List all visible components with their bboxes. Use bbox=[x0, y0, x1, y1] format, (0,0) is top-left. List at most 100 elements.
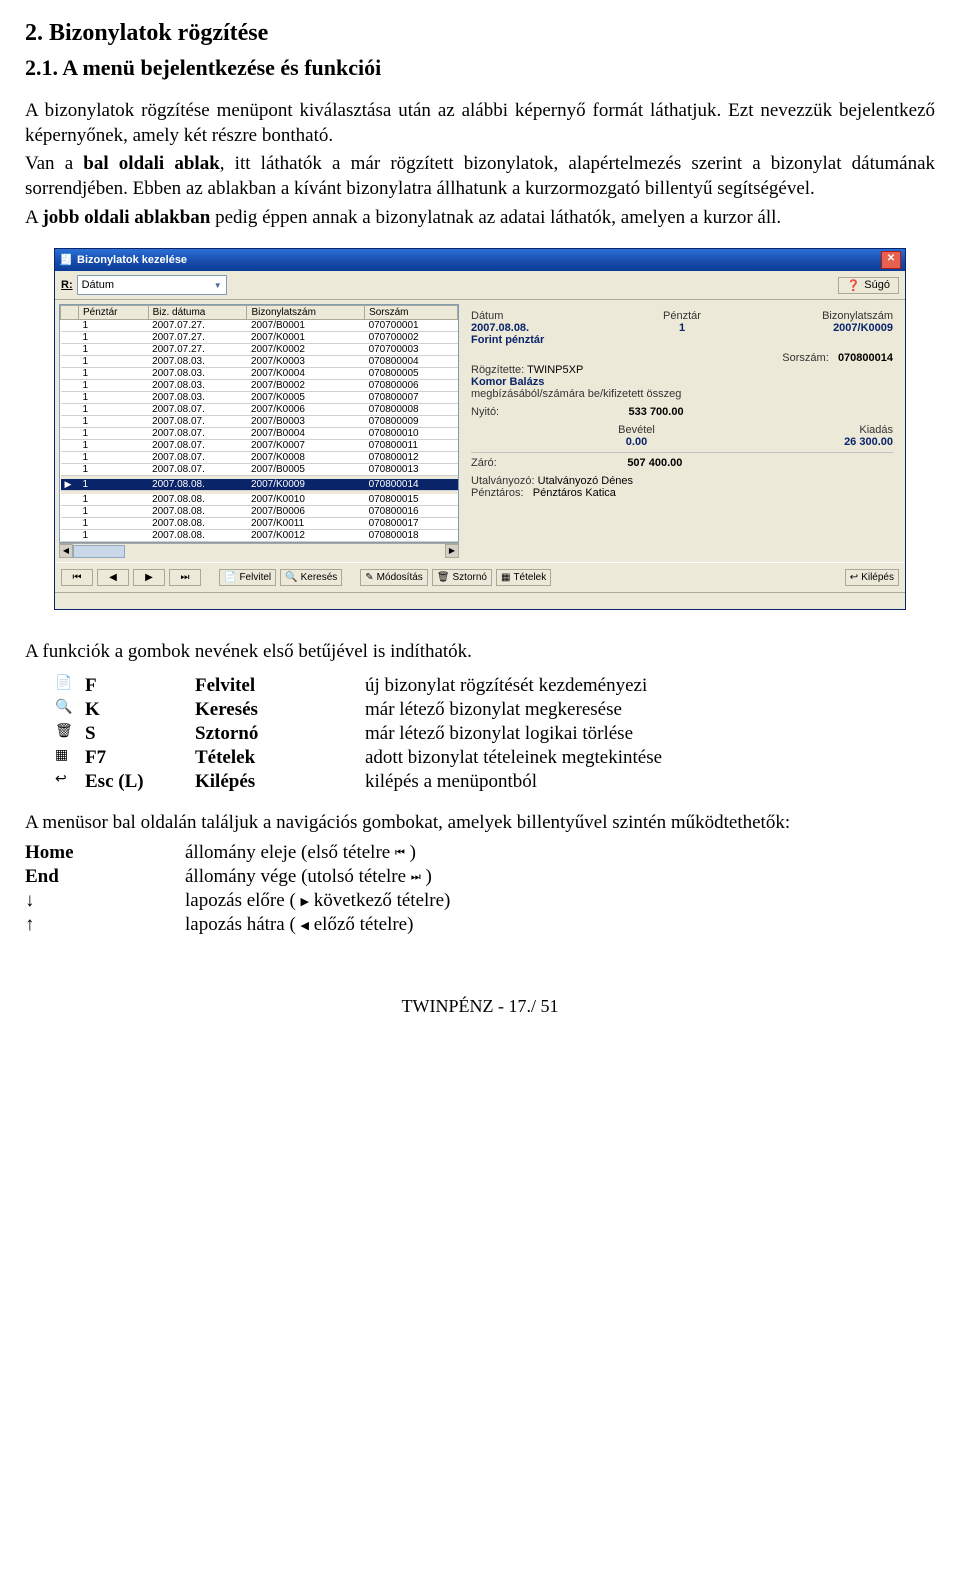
records-grid[interactable]: PénztárBiz. dátumaBizonylatszámSorszám 1… bbox=[59, 304, 459, 543]
shortcut-icon: 🗑 bbox=[55, 723, 85, 740]
scroll-left-icon[interactable]: ◀ bbox=[59, 544, 73, 558]
shortcut-key: Esc (L) bbox=[85, 771, 195, 793]
grid-header[interactable]: Pénztár bbox=[79, 306, 149, 320]
nav-row: Endállomány vége (utolsó tételre ⏭ ) bbox=[25, 866, 935, 888]
detail-register-label: Pénztár bbox=[612, 310, 753, 322]
shortcut-row: ▦F7Tételekadott bizonylat tételeinek meg… bbox=[55, 747, 935, 769]
detail-authorizer-label: Utalványozó: bbox=[471, 475, 535, 487]
page-footer: TWINPÉNZ - 17./ 51 bbox=[25, 996, 935, 1017]
detail-authorizer-value: Utalványozó Dénes bbox=[538, 475, 633, 487]
details-panel: Dátum2007.08.08. Pénztár1 Bizonylatszám2… bbox=[463, 304, 901, 558]
table-row[interactable]: 12007.08.03.2007/B0002070800006 bbox=[61, 380, 458, 392]
close-icon[interactable]: ✕ bbox=[881, 251, 901, 269]
detail-close-value: 507 400.00 bbox=[627, 457, 682, 469]
delete-icon: 🗑 bbox=[437, 572, 450, 583]
functions-note: A funkciók a gombok nevének első betűjév… bbox=[25, 640, 935, 665]
shortcut-table: 📄FFelvitelúj bizonylat rögzítését kezdem… bbox=[55, 675, 935, 793]
app-window: 🧾 Bizonylatok kezelése ✕ R: Dátum ▼ ❓ Sú… bbox=[54, 248, 906, 610]
detail-income-value: 0.00 bbox=[551, 436, 722, 448]
nav-glyph-icon: ◀ bbox=[301, 920, 309, 932]
table-row[interactable]: 12007.08.08.2007/B0006070800016 bbox=[61, 506, 458, 518]
detail-expense-value: 26 300.00 bbox=[722, 436, 893, 448]
table-row[interactable]: 12007.08.08.2007/K0011070800017 bbox=[61, 518, 458, 530]
shortcut-key: F bbox=[85, 675, 195, 697]
table-row[interactable]: 12007.08.07.2007/K0007070800011 bbox=[61, 440, 458, 452]
detail-open-label: Nyitó: bbox=[471, 406, 499, 418]
nav-desc: lapozás előre ( ▶ következő tételre) bbox=[185, 890, 935, 912]
nav-row: ↓lapozás előre ( ▶ következő tételre) bbox=[25, 890, 935, 912]
grid-header[interactable] bbox=[61, 306, 79, 320]
table-row[interactable]: 12007.08.03.2007/K0004070800005 bbox=[61, 368, 458, 380]
table-row[interactable]: 12007.07.27.2007/B0001070700001 bbox=[61, 320, 458, 332]
sort-toolbar: R: Dátum ▼ ❓ Súgó bbox=[55, 271, 905, 300]
sort-combo[interactable]: Dátum ▼ bbox=[77, 275, 227, 295]
grid-header[interactable]: Biz. dátuma bbox=[148, 306, 247, 320]
nav-row: ↑lapozás hátra ( ◀ előző tételre) bbox=[25, 914, 935, 936]
window-title: Bizonylatok kezelése bbox=[77, 254, 187, 266]
heading-subsection: 2.1. A menü bejelentkezése és funkciói bbox=[25, 55, 935, 81]
nav-last-button[interactable]: ⏭ bbox=[169, 569, 201, 586]
felvitel-button[interactable]: 📄Felvitel bbox=[219, 569, 276, 586]
nav-table: Homeállomány eleje (első tételre ⏮ )Endá… bbox=[25, 842, 935, 936]
nav-next-button[interactable]: ▶ bbox=[133, 569, 165, 586]
shortcut-name: Kilépés bbox=[195, 771, 365, 793]
table-row[interactable]: 12007.08.07.2007/K0006070800008 bbox=[61, 404, 458, 416]
grid-header[interactable]: Sorszám bbox=[365, 306, 458, 320]
table-row[interactable]: 12007.07.27.2007/K0002070700003 bbox=[61, 344, 458, 356]
shortcut-name: Tételek bbox=[195, 747, 365, 769]
nav-desc: lapozás hátra ( ◀ előző tételre) bbox=[185, 914, 935, 936]
shortcut-icon: 🔍 bbox=[55, 699, 85, 716]
shortcut-desc: adott bizonylat tételeinek megtekintése bbox=[365, 747, 935, 769]
shortcut-row: 📄FFelvitelúj bizonylat rögzítését kezdem… bbox=[55, 675, 935, 697]
sztorno-button[interactable]: 🗑Sztornó bbox=[432, 569, 492, 586]
shortcut-row: 🔍KKeresésmár létező bizonylat megkeresés… bbox=[55, 699, 935, 721]
help-button[interactable]: ❓ Súgó bbox=[838, 277, 899, 294]
table-row[interactable]: 12007.08.03.2007/K0003070800004 bbox=[61, 356, 458, 368]
grid-header[interactable]: Bizonylatszám bbox=[247, 306, 365, 320]
table-row[interactable]: ▶12007.08.08.2007/K0009070800014 bbox=[61, 479, 458, 491]
modositas-button[interactable]: ✎Módosítás bbox=[360, 569, 428, 586]
detail-docnum-value: 2007/K0009 bbox=[752, 322, 893, 334]
nav-first-button[interactable]: ⏮ bbox=[61, 569, 93, 586]
items-icon: ▦ bbox=[501, 572, 510, 583]
detail-recordedby-value: TWINP5XP bbox=[527, 364, 583, 376]
detail-register-value: 1 bbox=[612, 322, 753, 334]
nav-key: Home bbox=[25, 842, 185, 864]
detail-seq-label: Sorszám: bbox=[782, 352, 828, 364]
table-row[interactable]: 12007.08.07.2007/B0003070800009 bbox=[61, 416, 458, 428]
table-row[interactable]: 12007.08.08.2007/K0012070800018 bbox=[61, 530, 458, 542]
shortcut-key: F7 bbox=[85, 747, 195, 769]
table-row[interactable]: 12007.08.07.2007/B0005070800013 bbox=[61, 464, 458, 476]
detail-partner-desc: megbízásából/számára be/kifizetett össze… bbox=[471, 388, 893, 400]
scroll-right-icon[interactable]: ▶ bbox=[445, 544, 459, 558]
kereses-button[interactable]: 🔍Keresés bbox=[280, 569, 342, 586]
tetelek-button[interactable]: ▦Tételek bbox=[496, 569, 551, 586]
shortcut-icon: ▦ bbox=[55, 747, 85, 764]
shortcut-row: ↩Esc (L)Kilépéskilépés a menüpontból bbox=[55, 771, 935, 793]
nav-key: ↑ bbox=[25, 914, 185, 936]
exit-icon: ↩ bbox=[850, 572, 858, 583]
table-row[interactable]: 12007.08.07.2007/K0008070800012 bbox=[61, 452, 458, 464]
table-row[interactable]: 12007.08.08.2007/K0010070800015 bbox=[61, 494, 458, 506]
table-row[interactable]: 12007.07.27.2007/K0001070700002 bbox=[61, 332, 458, 344]
detail-recordedby-label: Rögzítette: bbox=[471, 364, 524, 376]
detail-seq-value: 070800014 bbox=[838, 352, 893, 364]
table-row[interactable]: 12007.08.07.2007/B0004070800010 bbox=[61, 428, 458, 440]
scroll-thumb[interactable] bbox=[73, 545, 125, 558]
app-icon: 🧾 bbox=[59, 253, 73, 267]
detail-register-name: Forint pénztár bbox=[471, 334, 893, 346]
horizontal-scrollbar[interactable]: ◀ ▶ bbox=[59, 543, 459, 558]
titlebar: 🧾 Bizonylatok kezelése ✕ bbox=[55, 249, 905, 271]
nav-prev-button[interactable]: ◀ bbox=[97, 569, 129, 586]
nav-note: A menüsor bal oldalán találjuk a navigác… bbox=[25, 811, 935, 836]
kilepes-button[interactable]: ↩Kilépés bbox=[845, 569, 899, 586]
intro-paragraph-1: A bizonylatok rögzítése menüpont kiválas… bbox=[25, 99, 935, 148]
nav-glyph-icon: ⏭ bbox=[411, 871, 421, 883]
nav-glyph-icon: ▶ bbox=[301, 896, 309, 908]
edit-icon: ✎ bbox=[365, 572, 373, 583]
nav-key: End bbox=[25, 866, 185, 888]
table-row[interactable]: 12007.08.03.2007/K0005070800007 bbox=[61, 392, 458, 404]
shortcut-key: S bbox=[85, 723, 195, 745]
nav-first-icon: ⏮ bbox=[73, 572, 82, 583]
nav-last-icon: ⏭ bbox=[181, 572, 190, 583]
